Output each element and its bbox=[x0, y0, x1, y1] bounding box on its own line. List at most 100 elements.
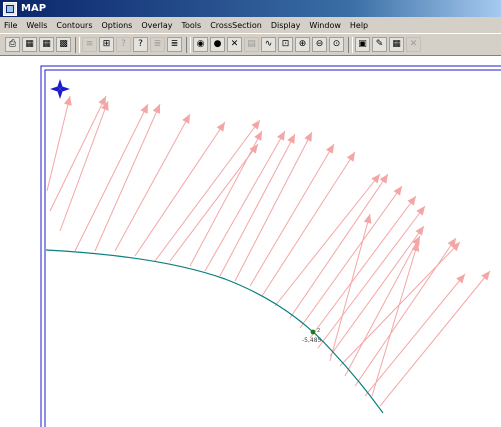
map-frame-inner bbox=[44, 69, 501, 427]
map-x-button[interactable]: ▩ bbox=[56, 37, 71, 52]
well-value: -5,485 bbox=[302, 337, 322, 344]
color-wheel-button[interactable]: ◉ bbox=[193, 37, 208, 52]
arrow-head bbox=[407, 196, 416, 206]
menu-overlay[interactable]: Overlay bbox=[137, 21, 177, 30]
arrow-head bbox=[325, 144, 334, 154]
image-button[interactable]: ▣ bbox=[355, 37, 370, 52]
curve-button[interactable]: ∿ bbox=[261, 37, 276, 52]
cross-tool-button[interactable]: ✕ bbox=[227, 37, 242, 52]
contour-line bbox=[45, 249, 384, 414]
zoom-out-button[interactable]: ⊖ bbox=[312, 37, 327, 52]
well-column-button: ≡ bbox=[82, 37, 97, 52]
map-color-button[interactable]: ▦ bbox=[22, 37, 37, 52]
menu-help[interactable]: Help bbox=[346, 21, 373, 30]
menu-wells[interactable]: Wells bbox=[22, 21, 52, 30]
arrow-head bbox=[216, 122, 225, 132]
arrow-head bbox=[346, 152, 355, 162]
spheres-icon: ● bbox=[213, 39, 222, 49]
grid-red-icon: ▦ bbox=[392, 39, 401, 49]
arrow-head bbox=[371, 174, 380, 184]
arrow-head bbox=[363, 214, 372, 224]
well-marker[interactable] bbox=[310, 329, 316, 335]
map-x-icon: ▩ bbox=[59, 39, 68, 49]
arrow-head bbox=[251, 120, 260, 130]
arrow-shaft bbox=[344, 235, 421, 377]
arrow-shaft bbox=[204, 130, 286, 272]
depth-button: ≣ bbox=[150, 37, 165, 52]
arrow-head bbox=[393, 186, 402, 196]
zoom-out-icon: ⊖ bbox=[315, 39, 324, 49]
close-x-icon: ✕ bbox=[409, 39, 418, 49]
grid-icon: ▤ bbox=[247, 39, 256, 49]
map-view[interactable]: 2 -5,485 bbox=[0, 56, 501, 427]
menu-window[interactable]: Window bbox=[305, 21, 346, 30]
question-icon: ? bbox=[121, 39, 126, 49]
structure-button[interactable]: ⊞ bbox=[99, 37, 114, 52]
stack-icon: ≣ bbox=[170, 39, 179, 49]
print-button[interactable]: ⎙ bbox=[5, 37, 20, 52]
close-x-button: ✕ bbox=[406, 37, 421, 52]
menu-file[interactable]: File bbox=[0, 21, 22, 30]
arrow-shaft bbox=[49, 95, 107, 212]
map-color-2-button[interactable]: ▦ bbox=[39, 37, 54, 52]
arrow-shaft bbox=[169, 143, 259, 262]
pencil-icon: ✎ bbox=[375, 39, 384, 49]
arrow-head bbox=[481, 271, 490, 281]
arrow-shaft bbox=[309, 195, 417, 339]
print-icon: ⎙ bbox=[8, 39, 17, 49]
spheres-button[interactable]: ● bbox=[210, 37, 225, 52]
frame-icon: ⊡ bbox=[281, 39, 290, 49]
map-frame-outer bbox=[40, 65, 501, 427]
arrow-head bbox=[415, 226, 424, 236]
arrow-shaft bbox=[59, 100, 109, 232]
grid-red-button[interactable]: ▦ bbox=[389, 37, 404, 52]
map-color-icon: ▦ bbox=[25, 39, 34, 49]
arrow-head bbox=[416, 206, 425, 216]
zoom-fit-icon: ⊙ bbox=[332, 39, 341, 49]
frame-button[interactable]: ⊡ bbox=[278, 37, 293, 52]
title-bar: MAP bbox=[0, 0, 501, 17]
menu-contours[interactable]: Contours bbox=[52, 21, 97, 30]
zoom-in-button[interactable]: ⊕ bbox=[295, 37, 310, 52]
question-2-button[interactable]: ? bbox=[133, 37, 148, 52]
map-color-2-icon: ▦ bbox=[42, 39, 51, 49]
toolbar: ⎙ ▦ ▦ ▩ ≡ ⊞?? ≣ ≣ ◉ ● ✕ ▤ ∿ ⊡ ⊕ ⊖ ⊙ ▣ ✎ ▦ ✕ bbox=[0, 33, 501, 56]
app-icon[interactable] bbox=[3, 1, 17, 16]
arrow-shaft bbox=[339, 241, 461, 367]
arrow-head bbox=[254, 131, 262, 141]
arrow-shaft bbox=[354, 237, 457, 387]
well-column-icon: ≡ bbox=[85, 39, 94, 49]
menu-bar: File Wells Contours Options Overlay Tool… bbox=[0, 17, 501, 33]
arrow-shaft bbox=[189, 130, 263, 267]
window-title: MAP bbox=[21, 3, 47, 14]
curve-icon: ∿ bbox=[264, 39, 273, 49]
question-button: ? bbox=[116, 37, 131, 52]
arrow-shaft bbox=[364, 273, 466, 397]
arrow-head bbox=[277, 131, 285, 141]
color-wheel-icon: ◉ bbox=[196, 39, 205, 49]
depth-icon: ≣ bbox=[153, 39, 162, 49]
arrow-head bbox=[379, 174, 388, 184]
arrow-shaft bbox=[219, 133, 296, 277]
zoom-fit-button[interactable]: ⊙ bbox=[329, 37, 344, 52]
arrow-head bbox=[182, 114, 190, 124]
menu-tools[interactable]: Tools bbox=[177, 21, 206, 30]
arrow-head bbox=[456, 274, 465, 284]
arrow-shaft bbox=[261, 151, 356, 297]
image-icon: ▣ bbox=[358, 39, 367, 49]
well-label: 2 bbox=[317, 328, 320, 334]
grid-button: ▤ bbox=[244, 37, 259, 52]
stack-button[interactable]: ≣ bbox=[167, 37, 182, 52]
toolbar-separator bbox=[348, 36, 353, 53]
arrow-shaft bbox=[154, 119, 261, 262]
arrow-shaft bbox=[371, 241, 419, 397]
menu-display[interactable]: Display bbox=[267, 21, 306, 30]
map-canvas[interactable]: 2 -5,485 bbox=[0, 56, 501, 427]
structure-icon: ⊞ bbox=[102, 39, 111, 49]
compass-icon bbox=[50, 79, 70, 99]
menu-crosssection[interactable]: CrossSection bbox=[206, 21, 267, 30]
menu-options[interactable]: Options bbox=[97, 21, 137, 30]
pencil-button[interactable]: ✎ bbox=[372, 37, 387, 52]
arrow-shaft bbox=[379, 270, 491, 407]
toolbar-separator bbox=[186, 36, 191, 53]
